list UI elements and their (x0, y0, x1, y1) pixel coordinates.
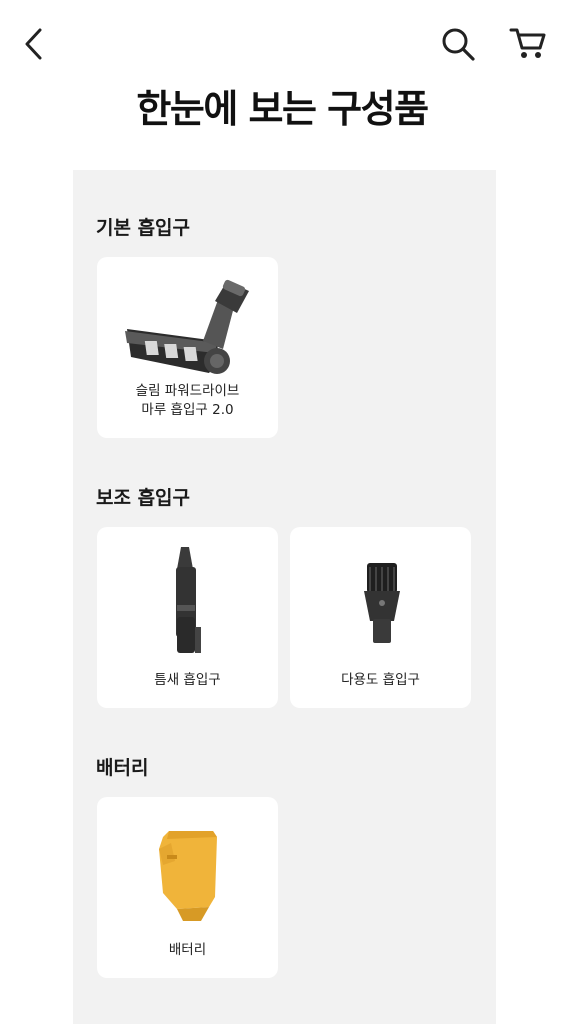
section-title-battery: 배터리 (96, 757, 149, 779)
search-button[interactable] (438, 24, 478, 64)
cart-button[interactable] (508, 24, 550, 64)
component-card-battery[interactable]: 배터리 (97, 797, 278, 978)
search-icon (442, 28, 475, 61)
component-card-crevice-tool[interactable]: 틈새 흡입구 (97, 527, 278, 708)
component-label: 슬림 파워드라이브 마루 흡입구 2.0 (135, 383, 240, 418)
cart-icon (509, 28, 546, 58)
battery-icon (97, 797, 278, 927)
page-title: 한눈에 보는 구성품 (136, 87, 429, 131)
component-card-floor-brush[interactable]: 슬림 파워드라이브 마루 흡입구 2.0 (97, 257, 278, 438)
chevron-left-icon (25, 28, 42, 60)
component-label: 다용도 흡입구 (341, 672, 420, 688)
top-bar (0, 0, 564, 88)
component-label: 틈새 흡입구 (154, 672, 221, 688)
multi-tool-icon (290, 527, 471, 657)
floor-brush-icon (97, 257, 278, 387)
components-panel: 기본 흡입구 슬림 파워드라이브 마루 흡입구 2.0 보조 흡입구 틈새 흡입… (73, 170, 496, 1024)
component-label: 배터리 (168, 942, 207, 958)
component-card-multi-tool[interactable]: 다용도 흡입구 (290, 527, 471, 708)
section-title-basic-nozzle: 기본 흡입구 (96, 217, 191, 239)
back-button[interactable] (18, 26, 52, 62)
section-title-aux-nozzle: 보조 흡입구 (96, 487, 191, 509)
crevice-tool-icon (97, 527, 278, 657)
